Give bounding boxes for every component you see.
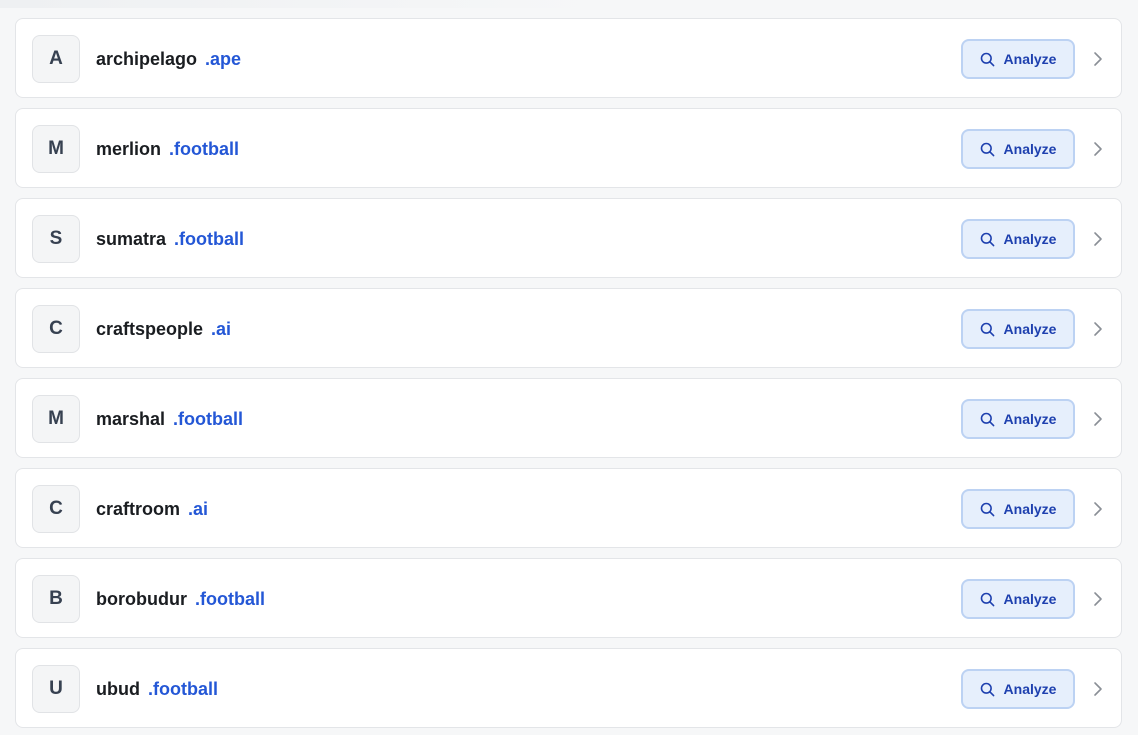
chevron-right-icon[interactable] xyxy=(1089,229,1107,249)
domain-label: craftroom xyxy=(96,498,181,519)
domain-name: archipelago .ape xyxy=(96,19,241,99)
search-icon xyxy=(980,322,994,336)
chevron-right-icon[interactable] xyxy=(1089,499,1107,519)
domain-row[interactable]: C craftspeople .ai Analyze xyxy=(15,288,1122,368)
domain-list: A archipelago .ape Analyze M merlion .fo… xyxy=(0,0,1138,735)
domain-name: craftspeople .ai xyxy=(96,289,231,369)
top-shadow xyxy=(0,0,600,8)
analyze-label: Analyze xyxy=(1003,231,1057,247)
domain-label: craftspeople xyxy=(96,318,204,339)
domain-initial-avatar: U xyxy=(32,665,80,713)
domain-label: merlion xyxy=(96,138,162,159)
analyze-button[interactable]: Analyze xyxy=(961,579,1075,619)
analyze-button[interactable]: Analyze xyxy=(961,39,1075,79)
analyze-label: Analyze xyxy=(1003,141,1057,157)
domain-tld: .ai xyxy=(188,498,209,519)
domain-tld: .football xyxy=(194,588,265,609)
domain-initial-avatar: C xyxy=(32,485,80,533)
search-icon xyxy=(980,142,994,156)
chevron-right-icon[interactable] xyxy=(1089,139,1107,159)
search-icon xyxy=(980,502,994,516)
chevron-right-icon[interactable] xyxy=(1089,319,1107,339)
search-icon xyxy=(980,592,994,606)
analyze-label: Analyze xyxy=(1003,501,1057,517)
search-icon xyxy=(980,232,994,246)
analyze-button[interactable]: Analyze xyxy=(961,309,1075,349)
chevron-right-icon[interactable] xyxy=(1089,409,1107,429)
domain-name: sumatra .football xyxy=(96,199,244,279)
domain-tld: .football xyxy=(169,138,240,159)
domain-name: borobudur .football xyxy=(96,559,265,639)
domain-initial-avatar: M xyxy=(32,395,80,443)
domain-row[interactable]: M merlion .football Analyze xyxy=(15,108,1122,188)
domain-name: ubud .football xyxy=(96,649,218,729)
analyze-button[interactable]: Analyze xyxy=(961,669,1075,709)
analyze-label: Analyze xyxy=(1003,411,1057,427)
domain-label: sumatra xyxy=(96,228,167,249)
analyze-label: Analyze xyxy=(1003,321,1057,337)
domain-tld: .ape xyxy=(205,48,242,69)
domain-initial-avatar: A xyxy=(32,35,80,83)
domain-tld: .football xyxy=(147,678,218,699)
analyze-button[interactable]: Analyze xyxy=(961,399,1075,439)
domain-name: craftroom .ai xyxy=(96,469,208,549)
domain-row[interactable]: U ubud .football Analyze xyxy=(15,648,1122,728)
domain-row[interactable]: M marshal .football Analyze xyxy=(15,378,1122,458)
chevron-right-icon[interactable] xyxy=(1089,679,1107,699)
domain-label: marshal xyxy=(96,408,166,429)
search-icon xyxy=(980,682,994,696)
analyze-button[interactable]: Analyze xyxy=(961,129,1075,169)
domain-row[interactable]: S sumatra .football Analyze xyxy=(15,198,1122,278)
domain-row[interactable]: A archipelago .ape Analyze xyxy=(15,18,1122,98)
domain-name: marshal .football xyxy=(96,379,243,459)
analyze-button[interactable]: Analyze xyxy=(961,489,1075,529)
analyze-label: Analyze xyxy=(1003,591,1057,607)
domain-label: ubud xyxy=(96,678,140,699)
analyze-label: Analyze xyxy=(1003,51,1057,67)
domain-initial-avatar: B xyxy=(32,575,80,623)
analyze-button[interactable]: Analyze xyxy=(961,219,1075,259)
domain-name: merlion .football xyxy=(96,109,239,189)
domain-label: borobudur xyxy=(96,588,187,609)
analyze-label: Analyze xyxy=(1003,681,1057,697)
domain-initial-avatar: C xyxy=(32,305,80,353)
domain-initial-avatar: M xyxy=(32,125,80,173)
domain-label: archipelago xyxy=(96,48,198,69)
chevron-right-icon[interactable] xyxy=(1089,49,1107,69)
domain-initial-avatar: S xyxy=(32,215,80,263)
domain-row[interactable]: C craftroom .ai Analyze xyxy=(15,468,1122,548)
search-icon xyxy=(980,52,994,66)
domain-tld: .football xyxy=(174,228,245,249)
domain-row[interactable]: B borobudur .football Analyze xyxy=(15,558,1122,638)
domain-tld: .ai xyxy=(211,318,232,339)
domain-tld: .football xyxy=(173,408,244,429)
search-icon xyxy=(980,412,994,426)
chevron-right-icon[interactable] xyxy=(1089,589,1107,609)
